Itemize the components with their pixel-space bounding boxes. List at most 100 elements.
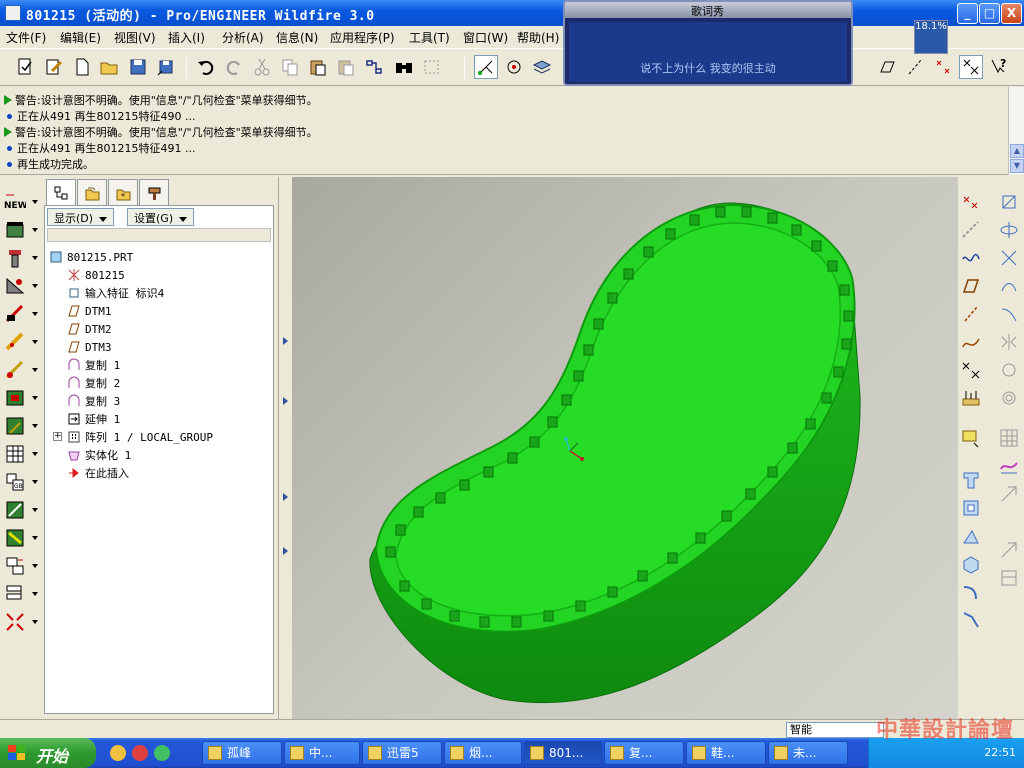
maximize-button[interactable]: □ <box>979 3 1000 24</box>
rib-tool-button[interactable] <box>4 331 38 355</box>
menu-tools[interactable]: 工具(T) <box>409 29 450 46</box>
task-zhong[interactable]: 中... <box>284 741 360 765</box>
quicklaunch-browser-icon[interactable] <box>154 745 170 761</box>
lyric-title-bar[interactable]: 歌词秀 <box>565 2 851 18</box>
close-button[interactable]: X <box>1001 3 1022 24</box>
tree-item-copy2[interactable]: 复制 2 <box>67 374 120 392</box>
group-tool-button[interactable]: GB <box>4 471 38 495</box>
sketch-tool-button[interactable] <box>4 499 38 523</box>
regenerate-manager-icon[interactable] <box>362 55 386 79</box>
selection-filter-select[interactable]: 智能 <box>786 722 884 738</box>
pattern-tool-button[interactable] <box>4 415 38 439</box>
collapse-arrow-icon[interactable] <box>283 493 288 501</box>
revolve-tool-icon[interactable] <box>998 219 1020 241</box>
task-wei[interactable]: 未... <box>768 741 848 765</box>
context-help-icon[interactable]: ? <box>987 55 1011 79</box>
chevron-down-icon[interactable] <box>32 452 38 456</box>
menu-info[interactable]: 信息(N) <box>276 29 318 46</box>
tab-folder-browser[interactable] <box>77 179 107 205</box>
task-guifeng[interactable]: 孤峰 <box>202 741 282 765</box>
tree-item-copy1[interactable]: 复制 1 <box>67 356 120 374</box>
panel-splitter[interactable] <box>278 177 292 719</box>
chevron-down-icon[interactable] <box>32 228 38 232</box>
menu-applications[interactable]: 应用程序(P) <box>330 29 395 46</box>
minimize-button[interactable]: _ <box>957 3 978 24</box>
find-icon[interactable] <box>392 55 416 79</box>
undo-icon[interactable] <box>194 55 218 79</box>
chevron-down-icon[interactable] <box>32 200 38 204</box>
task-fu[interactable]: 复... <box>604 741 684 765</box>
tab-model-tree[interactable] <box>46 179 76 207</box>
quicklaunch-qq-icon[interactable] <box>110 745 126 761</box>
layers-icon[interactable] <box>530 55 554 79</box>
datum-axis-line-icon[interactable] <box>960 303 982 325</box>
task-xunlei[interactable]: 迅雷5 <box>362 741 442 765</box>
collapse-arrow-icon[interactable] <box>283 397 288 405</box>
start-button[interactable]: 开始 <box>0 738 96 768</box>
datum-curve-tool-icon[interactable] <box>960 219 982 241</box>
title-bar[interactable]: 801215 (活动的) - Pro/ENGINEER Wildfire 3.0… <box>0 0 1024 26</box>
csys-tool-icon[interactable] <box>960 359 982 381</box>
datum-plane-tool-icon[interactable] <box>960 275 982 297</box>
datum-axes-toggle-icon[interactable] <box>474 55 498 79</box>
chevron-down-icon[interactable] <box>32 480 38 484</box>
table-pattern-button[interactable] <box>4 443 38 467</box>
lyric-show-window[interactable]: 歌词秀 说不上为什么 我变的很主动 <box>563 0 853 86</box>
blend-tool-icon[interactable] <box>998 247 1020 269</box>
chevron-down-icon[interactable] <box>32 340 38 344</box>
boundary-blend-icon[interactable] <box>998 275 1020 297</box>
chevron-down-icon[interactable] <box>32 368 38 372</box>
edit-definition-icon[interactable] <box>42 55 66 79</box>
copy-icon[interactable] <box>278 55 302 79</box>
datum-axis-display-icon[interactable] <box>903 55 927 79</box>
task-yan[interactable]: 烟... <box>444 741 522 765</box>
tree-item-dtm1[interactable]: DTM1 <box>67 302 112 320</box>
warp-tool-icon[interactable] <box>998 539 1020 561</box>
menu-edit[interactable]: 编辑(E) <box>60 29 101 46</box>
intersect-tool-button[interactable] <box>4 611 38 635</box>
menu-help[interactable]: 帮助(H) <box>517 29 559 46</box>
chamfer-surface-icon[interactable] <box>960 609 982 631</box>
chevron-down-icon[interactable] <box>32 284 38 288</box>
chevron-down-icon[interactable] <box>32 620 38 624</box>
open-folder-icon[interactable] <box>97 55 121 79</box>
paste-special-icon[interactable] <box>334 55 358 79</box>
tree-item-pattern1[interactable]: 阵列 1 / LOCAL_GROUP <box>67 428 213 446</box>
chevron-down-icon[interactable] <box>32 592 38 596</box>
tree-item-dtm2[interactable]: DTM2 <box>67 320 112 338</box>
scroll-down-icon[interactable]: ▼ <box>1010 159 1024 173</box>
merge-surface-icon[interactable] <box>960 469 982 491</box>
task-801215[interactable]: 801... <box>524 741 602 765</box>
redo-icon[interactable] <box>222 55 246 79</box>
menu-insert[interactable]: 插入(I) <box>168 29 205 46</box>
tree-item-csys[interactable]: 801215 <box>67 266 125 284</box>
trim-surface-icon[interactable] <box>960 497 982 519</box>
chamfer-tool-button[interactable] <box>4 303 38 327</box>
new-feature-button[interactable]: NEW <box>4 191 38 215</box>
draft-tool-button[interactable] <box>4 359 38 383</box>
spin-center-icon[interactable] <box>502 55 526 79</box>
sweep-tool-button[interactable] <box>4 527 38 551</box>
tree-item-part[interactable]: 801215.PRT <box>49 248 133 266</box>
annotation-tool-icon[interactable] <box>960 427 982 449</box>
tree-item-insert-here[interactable]: 在此插入 <box>67 464 129 482</box>
save-copy-icon[interactable] <box>154 55 178 79</box>
datum-axis-tool-icon[interactable] <box>998 191 1020 213</box>
new-file-icon[interactable] <box>70 55 94 79</box>
hole-tool-button[interactable] <box>4 247 38 271</box>
scroll-up-icon[interactable]: ▲ <box>1010 144 1024 158</box>
collapse-arrow-icon[interactable] <box>283 337 288 345</box>
chevron-down-icon[interactable] <box>32 564 38 568</box>
graphics-viewport[interactable] <box>292 177 958 719</box>
chevron-down-icon[interactable] <box>32 396 38 400</box>
show-dropdown[interactable]: 显示(D) <box>47 208 115 226</box>
extrude-tool-button[interactable] <box>4 219 38 243</box>
round-tool-button[interactable] <box>4 275 38 299</box>
datum-point-tool-icon[interactable] <box>960 191 982 213</box>
tree-item-extend1[interactable]: 延伸 1 <box>67 410 120 428</box>
sketched-curve-icon[interactable] <box>960 247 982 269</box>
chevron-down-icon[interactable] <box>32 256 38 260</box>
toroidal-bend-icon[interactable] <box>998 567 1020 589</box>
quicklaunch-media-icon[interactable] <box>132 745 148 761</box>
collapse-arrow-icon[interactable] <box>283 547 288 555</box>
